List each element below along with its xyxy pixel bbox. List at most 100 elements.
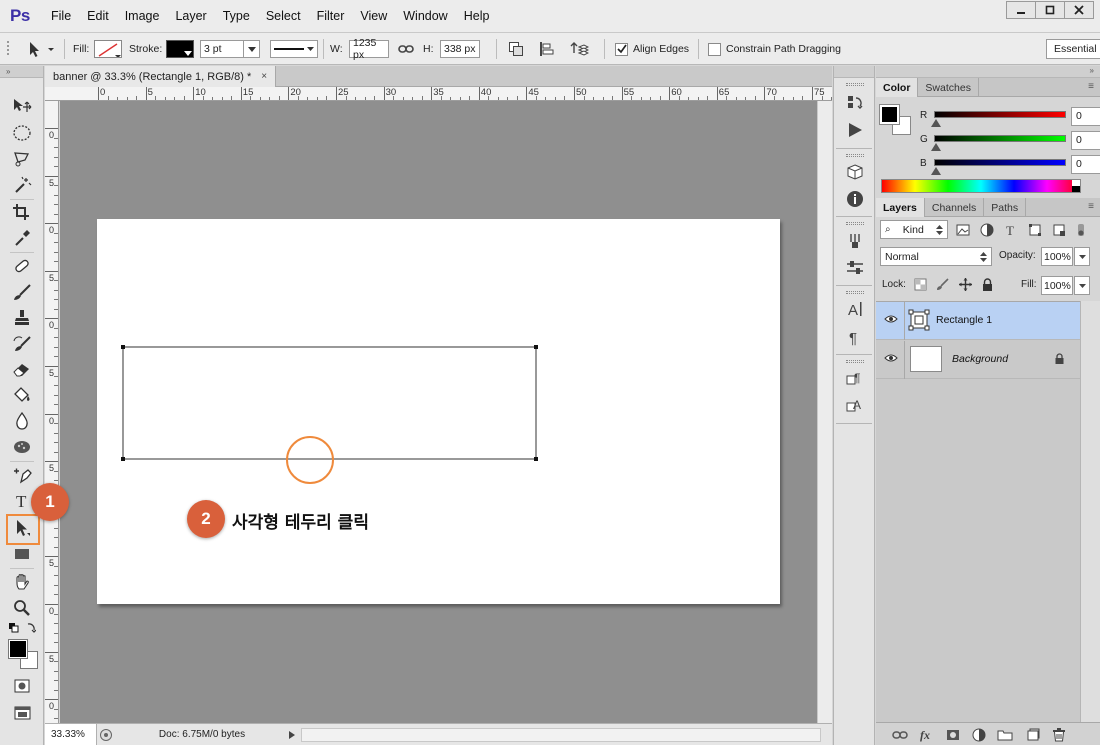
red-slider[interactable]: R 0	[920, 107, 1100, 129]
eye-icon[interactable]	[884, 314, 898, 324]
panel-collapse-header[interactable]: »	[876, 66, 1100, 78]
adjustments-panel-button[interactable]	[843, 256, 867, 280]
tab-color[interactable]: Color	[876, 78, 919, 97]
eraser-tool[interactable]	[8, 357, 36, 381]
link-dimensions-button[interactable]	[398, 33, 414, 65]
lock-image-icon[interactable]	[936, 278, 949, 291]
menu-file[interactable]: File	[43, 0, 79, 33]
panel-menu-icon[interactable]: ≡	[1088, 81, 1094, 92]
strip-header[interactable]	[834, 66, 874, 78]
rectangle-shape-path[interactable]	[122, 346, 537, 460]
add-mask-button[interactable]	[945, 727, 961, 743]
quick-mask-button[interactable]	[8, 674, 36, 698]
menu-image[interactable]: Image	[117, 0, 168, 33]
anchor-point[interactable]	[534, 457, 538, 461]
status-menu-button[interactable]	[287, 724, 297, 745]
color-ramp[interactable]	[881, 179, 1081, 193]
link-layers-button[interactable]	[892, 727, 908, 743]
magic-wand-tool[interactable]	[8, 173, 36, 197]
tab-swatches[interactable]: Swatches	[918, 78, 979, 97]
screen-mode-button[interactable]	[8, 701, 36, 725]
close-button[interactable]	[1064, 1, 1094, 19]
crop-tool[interactable]	[8, 200, 36, 224]
tab-close-button[interactable]: ×	[261, 71, 267, 82]
menu-filter[interactable]: Filter	[309, 0, 353, 33]
menu-layer[interactable]: Layer	[167, 0, 214, 33]
paint-bucket-tool[interactable]	[8, 383, 36, 407]
tool-preset-picker[interactable]	[26, 33, 56, 65]
menu-type[interactable]: Type	[215, 0, 258, 33]
blue-slider[interactable]: B 0	[920, 155, 1100, 177]
vertical-scrollbar[interactable]	[817, 101, 832, 723]
document-canvas[interactable]	[97, 219, 780, 604]
shape-filter-icon[interactable]	[1028, 223, 1042, 237]
maximize-button[interactable]	[1035, 1, 1065, 19]
canvas-area[interactable]	[60, 101, 817, 723]
layers-scrollbar[interactable]	[1080, 301, 1100, 722]
anchor-point[interactable]	[121, 345, 125, 349]
eyedropper-tool[interactable]	[8, 226, 36, 250]
foreground-color-swatch[interactable]	[8, 639, 28, 659]
workspace-switcher[interactable]: Essential	[1046, 33, 1100, 65]
menu-select[interactable]: Select	[258, 0, 309, 33]
healing-brush-tool[interactable]	[8, 254, 36, 278]
pen-tool[interactable]	[8, 463, 36, 487]
fill-field[interactable]: 100%	[1041, 276, 1073, 295]
stroke-type-picker[interactable]	[270, 33, 318, 65]
brush-tool[interactable]	[8, 280, 36, 304]
menu-help[interactable]: Help	[456, 0, 498, 33]
status-info-button[interactable]	[99, 724, 113, 745]
3d-panel-button[interactable]	[843, 160, 867, 184]
opacity-field[interactable]: 100%	[1041, 247, 1073, 266]
fill-swatch[interactable]	[94, 33, 122, 65]
menu-edit[interactable]: Edit	[79, 0, 117, 33]
tab-paths[interactable]: Paths	[984, 198, 1027, 217]
red-value[interactable]: 0	[1071, 107, 1100, 126]
stroke-swatch[interactable]	[166, 33, 194, 65]
character-styles-button[interactable]: A	[843, 393, 867, 417]
opacity-dropdown[interactable]	[1074, 247, 1090, 266]
rectangle-tool[interactable]	[8, 542, 36, 566]
image-filter-icon[interactable]	[956, 223, 970, 237]
layer-filter-kind[interactable]: ⌕ Kind	[880, 220, 948, 239]
blend-mode-select[interactable]: Normal	[880, 247, 992, 266]
menu-window[interactable]: Window	[395, 0, 455, 33]
tools-panel-header[interactable]: »	[0, 66, 43, 78]
zoom-level-field[interactable]: 33.33%	[45, 724, 97, 745]
smart-object-filter-icon[interactable]	[1052, 223, 1066, 237]
path-operations-button[interactable]	[508, 33, 524, 65]
fill-dropdown[interactable]	[1074, 276, 1090, 295]
default-colors-button[interactable]	[8, 619, 36, 637]
history-brush-tool[interactable]	[8, 332, 36, 356]
width-field[interactable]: 1235 px	[349, 37, 389, 61]
lasso-tool[interactable]	[8, 147, 36, 171]
zoom-tool[interactable]	[8, 596, 36, 620]
minimize-button[interactable]	[1006, 1, 1036, 19]
anchor-point[interactable]	[534, 345, 538, 349]
slider-thumb[interactable]	[931, 119, 941, 127]
tab-layers[interactable]: Layers	[876, 198, 925, 217]
green-slider[interactable]: G 0	[920, 131, 1100, 153]
path-arrangement-button[interactable]	[569, 33, 589, 65]
slider-thumb[interactable]	[931, 143, 941, 151]
lock-transparent-icon[interactable]	[914, 278, 927, 291]
align-edges-checkbox[interactable]: Align Edges	[615, 33, 689, 65]
height-field[interactable]: 338 px	[440, 40, 480, 58]
menu-view[interactable]: View	[352, 0, 395, 33]
stroke-width-field[interactable]: 3 pt	[200, 40, 244, 58]
filter-toggle-icon[interactable]	[1076, 223, 1086, 237]
blur-tool[interactable]	[8, 409, 36, 433]
new-layer-button[interactable]	[1025, 727, 1041, 743]
info-panel-button[interactable]	[843, 187, 867, 211]
marquee-tool[interactable]	[8, 121, 36, 145]
adjustment-filter-icon[interactable]	[980, 223, 994, 237]
anchor-point[interactable]	[121, 457, 125, 461]
move-tool[interactable]	[8, 94, 36, 118]
new-group-button[interactable]	[997, 727, 1013, 743]
layer-row-background[interactable]: Background	[876, 341, 1080, 379]
layer-row-rectangle[interactable]: Rectangle 1	[876, 302, 1080, 340]
lock-all-icon[interactable]	[981, 278, 994, 291]
green-value[interactable]: 0	[1071, 131, 1100, 150]
stroke-width-dropdown[interactable]	[243, 40, 260, 58]
blue-value[interactable]: 0	[1071, 155, 1100, 174]
